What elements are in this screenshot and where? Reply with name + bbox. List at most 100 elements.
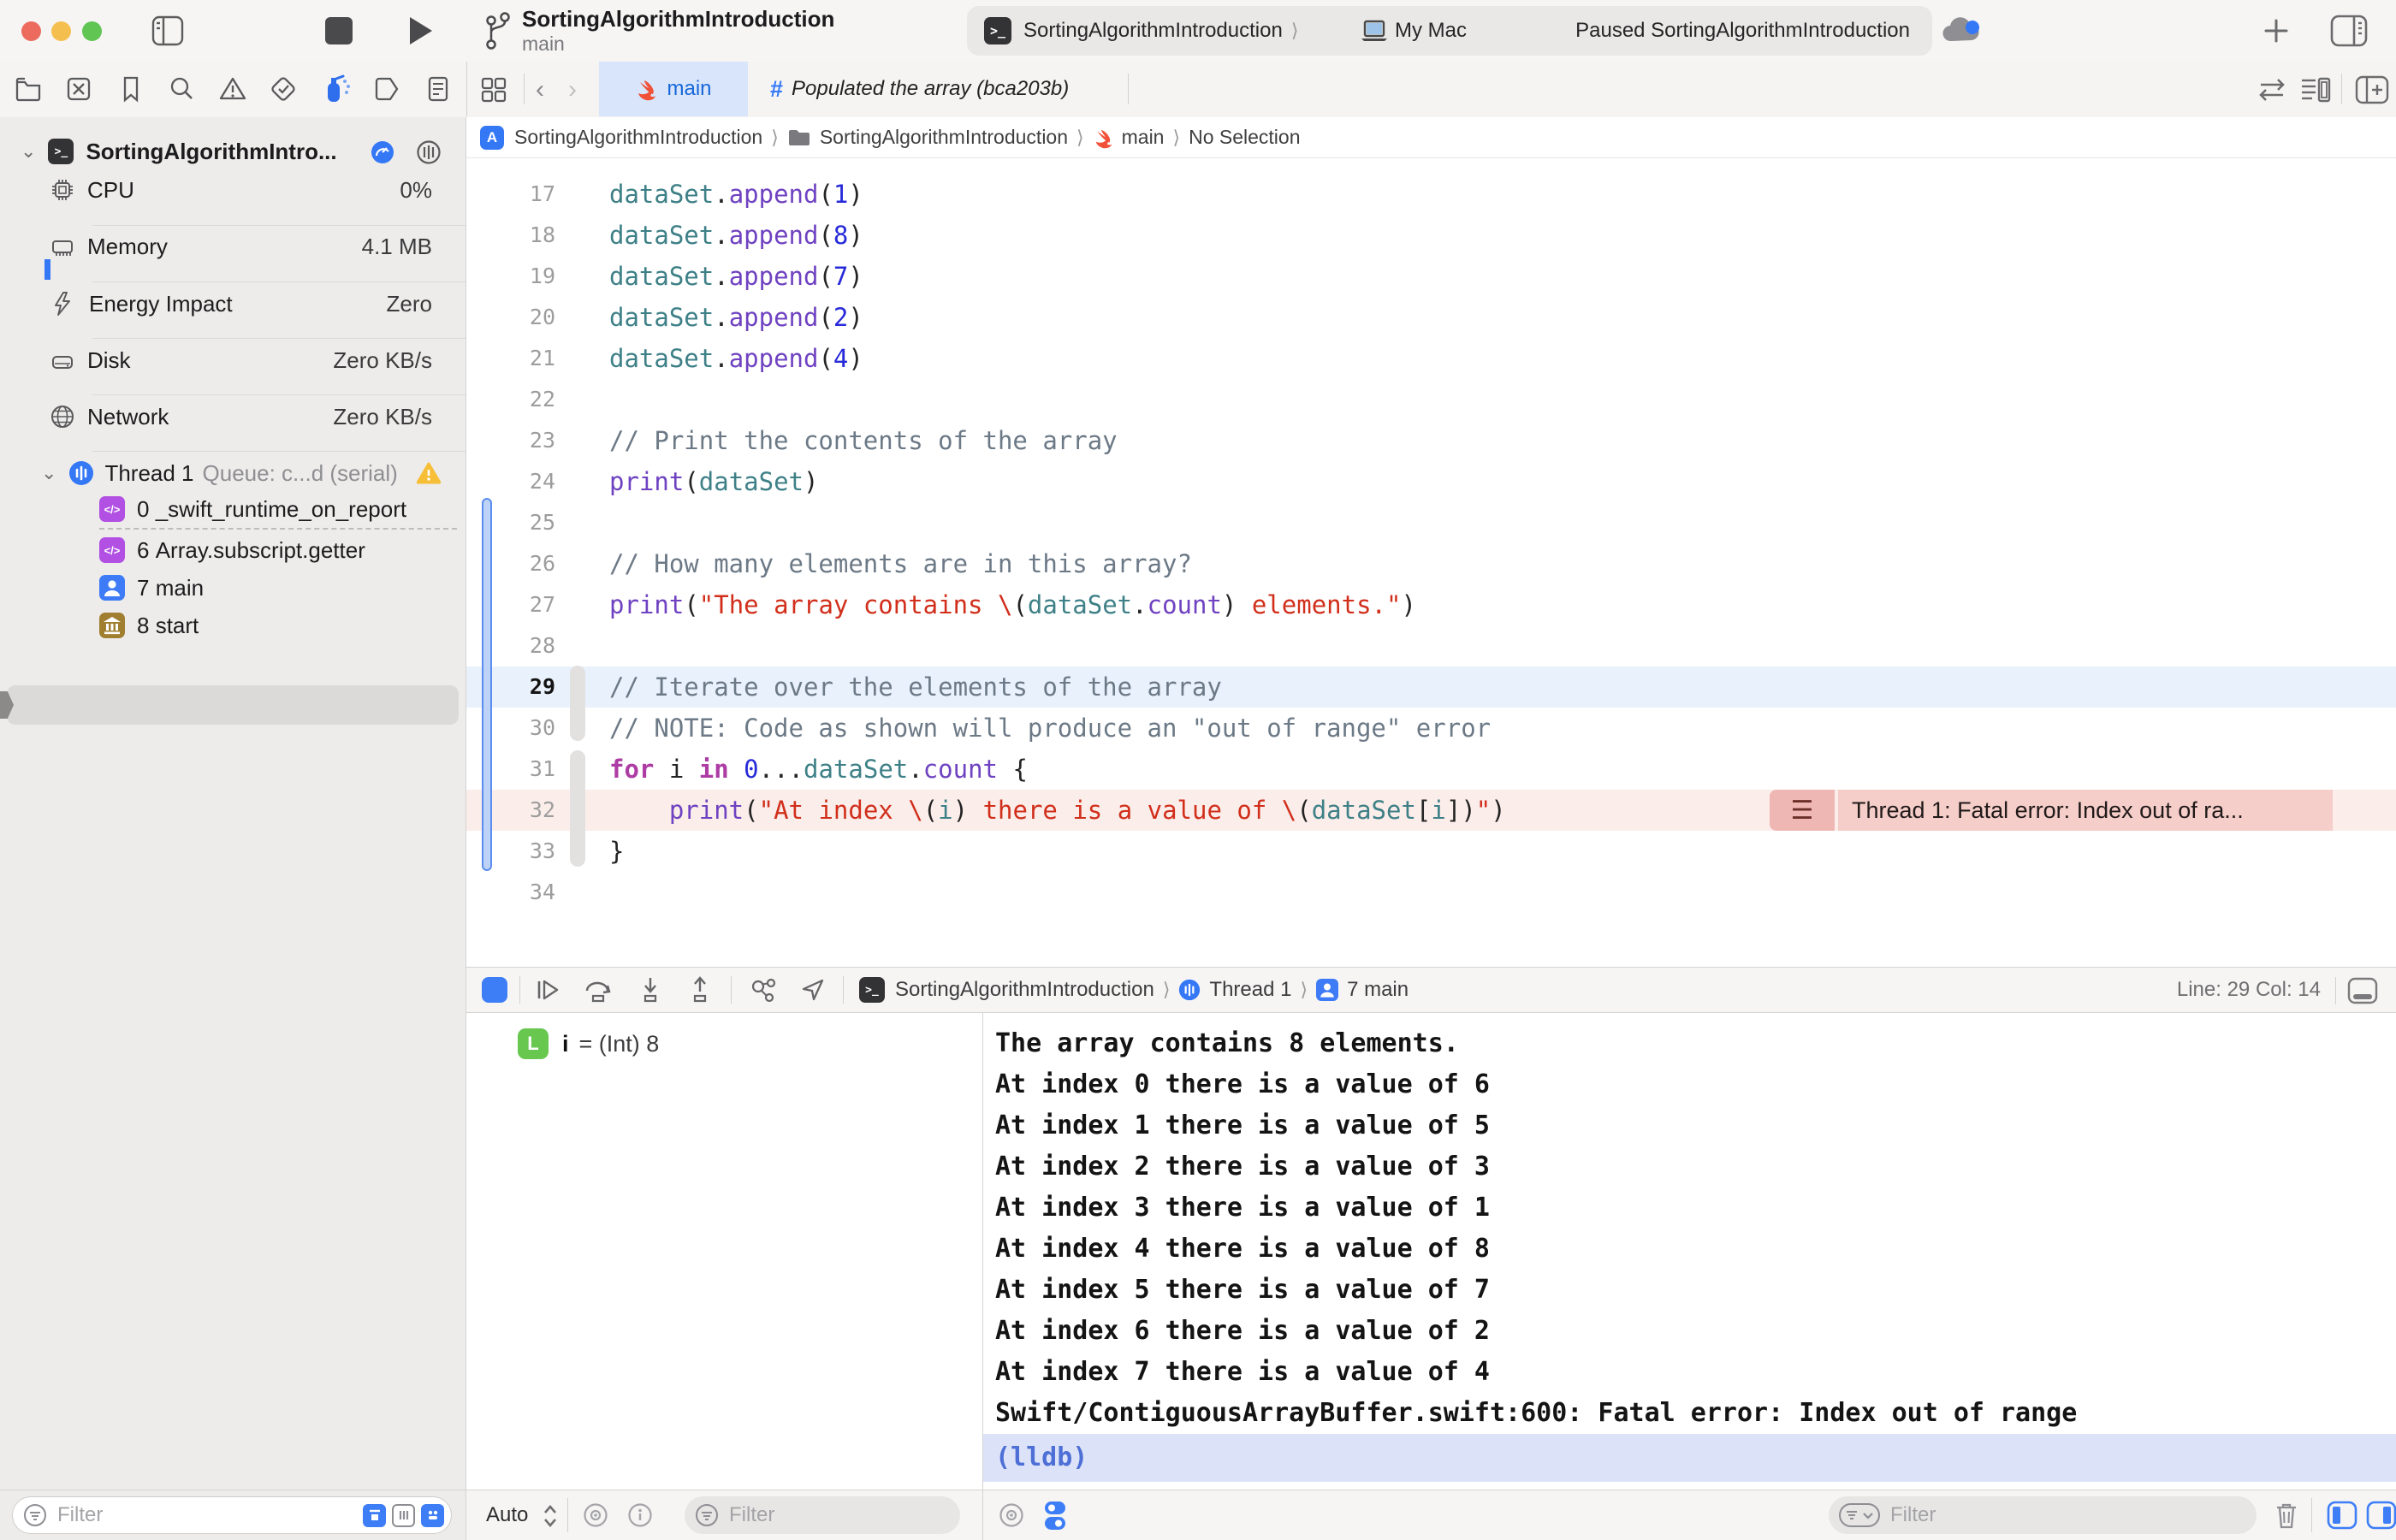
tab-main[interactable]: main — [599, 62, 748, 116]
line-number[interactable]: 34 — [466, 872, 555, 913]
code-line-20[interactable]: 20dataSet.append(2) — [466, 297, 2396, 338]
console-toggles-icon[interactable] — [1041, 1499, 1069, 1533]
fold-ribbon[interactable] — [570, 750, 585, 867]
stack-frame[interactable]: 8 start — [0, 607, 466, 644]
show-variables-view-button[interactable] — [2327, 1501, 2357, 1530]
bookmarks-navigator-icon[interactable] — [116, 74, 145, 104]
code-line-28[interactable]: 28 — [466, 625, 2396, 666]
console[interactable]: The array contains 8 elements.At index 0… — [982, 1013, 2396, 1490]
editor-grid-icon[interactable] — [479, 75, 508, 104]
breadcrumb-file[interactable]: main — [1122, 126, 1165, 149]
code-line-18[interactable]: 18dataSet.append(8) — [466, 215, 2396, 256]
memory-graph-button[interactable] — [747, 975, 780, 1004]
step-into-button[interactable] — [635, 975, 666, 1004]
navigator-filter-field[interactable] — [12, 1496, 452, 1534]
toggle-left-sidebar-icon[interactable] — [151, 15, 185, 47]
go-forward-button[interactable]: › — [568, 75, 577, 104]
show-console-view-button[interactable] — [2366, 1501, 2396, 1530]
toggle-debug-area-button[interactable] — [2346, 976, 2379, 1005]
toggle-right-sidebar-icon[interactable] — [2329, 14, 2369, 48]
debug-path-frame[interactable]: 7 main — [1347, 978, 1409, 1002]
fold-ribbon[interactable] — [570, 666, 585, 741]
code-line-30[interactable]: 30// NOTE: Code as shown will produce an… — [466, 708, 2396, 749]
quicklook-eye-icon[interactable] — [581, 1502, 610, 1528]
breadcrumb-group[interactable]: SortingAlgorithmIntroduction — [820, 126, 1068, 149]
navigator-filter-input[interactable] — [56, 1502, 357, 1528]
line-number[interactable]: 32 — [466, 790, 555, 831]
go-back-button[interactable]: ‹ — [536, 75, 544, 104]
stack-frame[interactable]: </> 0 _swift_runtime_on_report — [0, 490, 466, 528]
debug-navigator-icon[interactable] — [321, 73, 352, 105]
minimap-icon[interactable] — [2300, 75, 2331, 104]
stack-frame-selected[interactable]: 7 main — [0, 569, 466, 607]
line-number[interactable]: 23 — [466, 420, 555, 461]
code-line-24[interactable]: 24print(dataSet) — [466, 461, 2396, 502]
line-number[interactable]: 19 — [466, 256, 555, 297]
step-over-button[interactable] — [582, 975, 616, 1004]
lldb-prompt-row[interactable]: (lldb) — [983, 1434, 2396, 1482]
close-window-button[interactable] — [21, 21, 41, 41]
swap-editor-icon[interactable] — [2256, 77, 2288, 103]
line-number[interactable]: 20 — [466, 297, 555, 338]
console-eye-icon[interactable] — [997, 1502, 1026, 1528]
variables-scope-select[interactable]: Auto — [486, 1503, 528, 1527]
console-filter-input[interactable] — [1889, 1502, 2246, 1528]
code-line-19[interactable]: 19dataSet.append(7) — [466, 256, 2396, 297]
metric-row-memory[interactable]: Memory 4.1 MB — [0, 228, 466, 265]
add-tab-button[interactable] — [2261, 15, 2292, 46]
line-number[interactable]: 33 — [466, 831, 555, 872]
error-annotation[interactable]: ☰ Thread 1: Fatal error: Index out of ra… — [1770, 790, 2333, 831]
debug-path-target[interactable]: SortingAlgorithmIntroduction — [895, 978, 1154, 1002]
line-number[interactable]: 26 — [466, 543, 555, 584]
metric-row-cpu[interactable]: CPU 0% — [0, 171, 466, 209]
add-editor-icon[interactable] — [2355, 75, 2389, 104]
line-number[interactable]: 31 — [466, 749, 555, 790]
code-line-27[interactable]: 27print("The array contains \(dataSet.co… — [466, 584, 2396, 625]
line-number[interactable]: 22 — [466, 379, 555, 420]
code-line-34[interactable]: 34 — [466, 872, 2396, 913]
thread-row[interactable]: ⌄ Thread 1 Queue: c...d (serial) — [0, 454, 466, 492]
disclosure-chevron-icon[interactable]: ⌄ — [41, 462, 56, 484]
source-control-change-bar[interactable] — [482, 498, 492, 871]
profile-icon[interactable] — [416, 139, 442, 165]
step-out-button[interactable] — [685, 975, 715, 1004]
line-number[interactable]: 25 — [466, 502, 555, 543]
variables-filter-field[interactable] — [685, 1496, 960, 1534]
breadcrumb-project[interactable]: SortingAlgorithmIntroduction — [514, 126, 762, 149]
variables-view[interactable]: L i = (Int) 8 — [466, 1013, 982, 1490]
tab-commit[interactable]: # Populated the array (bca203b) — [770, 62, 1069, 116]
code-line-26[interactable]: 26// How many elements are in this array… — [466, 543, 2396, 584]
line-number[interactable]: 27 — [466, 584, 555, 625]
line-number[interactable]: 29 — [466, 666, 555, 708]
variables-filter-input[interactable] — [727, 1502, 950, 1528]
zoom-window-button[interactable] — [82, 21, 102, 41]
find-navigator-icon[interactable] — [167, 74, 196, 104]
line-number[interactable]: 18 — [466, 215, 555, 256]
scheme-destination[interactable]: My Mac — [1395, 6, 1467, 56]
info-icon[interactable] — [627, 1502, 653, 1528]
variable-name[interactable]: i — [562, 1031, 569, 1057]
code-line-21[interactable]: 21dataSet.append(4) — [466, 338, 2396, 379]
code-line-17[interactable]: 17dataSet.append(1) — [466, 174, 2396, 215]
line-number[interactable]: 30 — [466, 708, 555, 749]
process-row[interactable]: ⌄ >_ SortingAlgorithmIntro... — [0, 133, 466, 170]
variable-value[interactable]: = (Int) 8 — [579, 1031, 660, 1057]
code-line-23[interactable]: 23// Print the contents of the array — [466, 420, 2396, 461]
line-number[interactable]: 21 — [466, 338, 555, 379]
tests-navigator-icon[interactable] — [269, 74, 298, 104]
code-line-29[interactable]: 29// Iterate over the elements of the ar… — [466, 666, 2396, 708]
run-button[interactable] — [405, 14, 436, 48]
metric-row-disk[interactable]: Disk Zero KB/s — [0, 341, 466, 379]
filter-columns-button[interactable] — [392, 1504, 415, 1527]
minimize-window-button[interactable] — [51, 21, 71, 41]
disclosure-chevron-icon[interactable]: ⌄ — [21, 140, 36, 163]
filter-threads-button[interactable] — [421, 1504, 444, 1527]
code-line-33[interactable]: 33} — [466, 831, 2396, 872]
line-number[interactable]: 24 — [466, 461, 555, 502]
error-menu-icon[interactable]: ☰ — [1770, 790, 1835, 831]
gauge-icon[interactable] — [370, 139, 395, 165]
breakpoints-toggle-button[interactable] — [482, 977, 507, 1003]
clear-console-trash-icon[interactable] — [2274, 1501, 2299, 1530]
line-number[interactable]: 17 — [466, 174, 555, 215]
simulate-location-button[interactable] — [798, 975, 827, 1004]
